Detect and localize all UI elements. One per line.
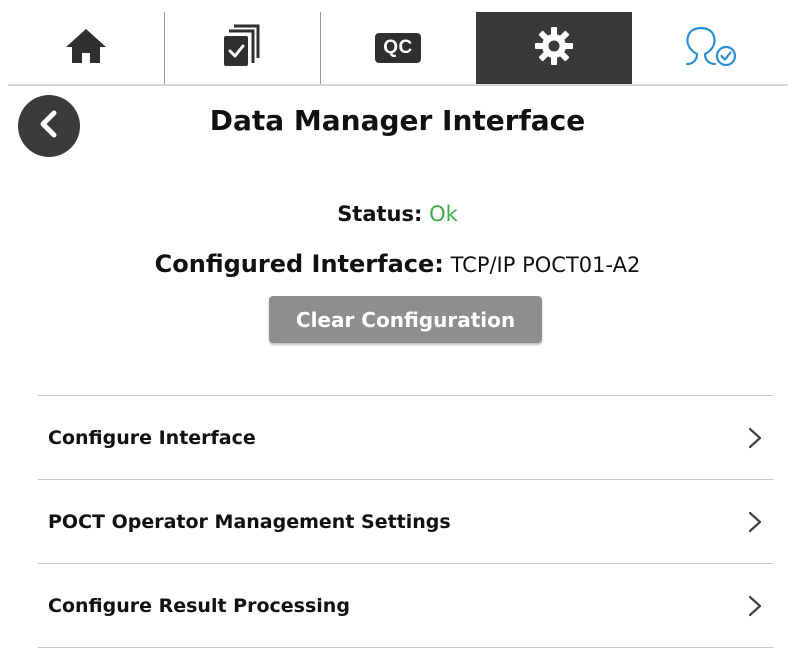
home-icon bbox=[64, 27, 108, 69]
tab-qc[interactable]: QC bbox=[320, 12, 476, 84]
configured-interface-row: Configured Interface: TCP/IP POCT01-A2 bbox=[0, 250, 795, 278]
chevron-right-icon bbox=[747, 511, 763, 533]
menu-item-label: Configure Result Processing bbox=[48, 594, 350, 617]
qc-icon: QC bbox=[375, 33, 421, 63]
menu-item-configure-interface[interactable]: Configure Interface bbox=[38, 396, 773, 480]
status-value: Ok bbox=[429, 202, 458, 226]
menu-item-poct-operator-management[interactable]: POCT Operator Management Settings bbox=[38, 480, 773, 564]
tab-settings[interactable] bbox=[476, 12, 632, 84]
tab-home[interactable] bbox=[8, 12, 164, 84]
menu-item-configure-result-processing[interactable]: Configure Result Processing bbox=[38, 564, 773, 648]
settings-menu: Configure Interface POCT Operator Manage… bbox=[38, 395, 773, 648]
chevron-right-icon bbox=[747, 427, 763, 449]
chevron-right-icon bbox=[747, 595, 763, 617]
user-check-icon bbox=[679, 24, 741, 72]
status-label: Status: bbox=[337, 202, 423, 226]
top-tab-bar: QC bbox=[8, 12, 788, 86]
clear-configuration-button[interactable]: Clear Configuration bbox=[269, 296, 542, 343]
page-title: Data Manager Interface bbox=[209, 104, 586, 137]
configured-interface-label: Configured Interface: bbox=[154, 250, 444, 278]
gear-icon bbox=[534, 26, 574, 70]
tab-tasks[interactable] bbox=[164, 12, 320, 84]
menu-item-label: Configure Interface bbox=[48, 426, 256, 449]
status-row: Status: Ok bbox=[0, 202, 795, 226]
configured-interface-value: TCP/IP POCT01-A2 bbox=[450, 253, 641, 277]
checklist-icon bbox=[222, 24, 262, 72]
menu-item-label: POCT Operator Management Settings bbox=[48, 510, 451, 533]
tab-user[interactable] bbox=[632, 12, 788, 84]
